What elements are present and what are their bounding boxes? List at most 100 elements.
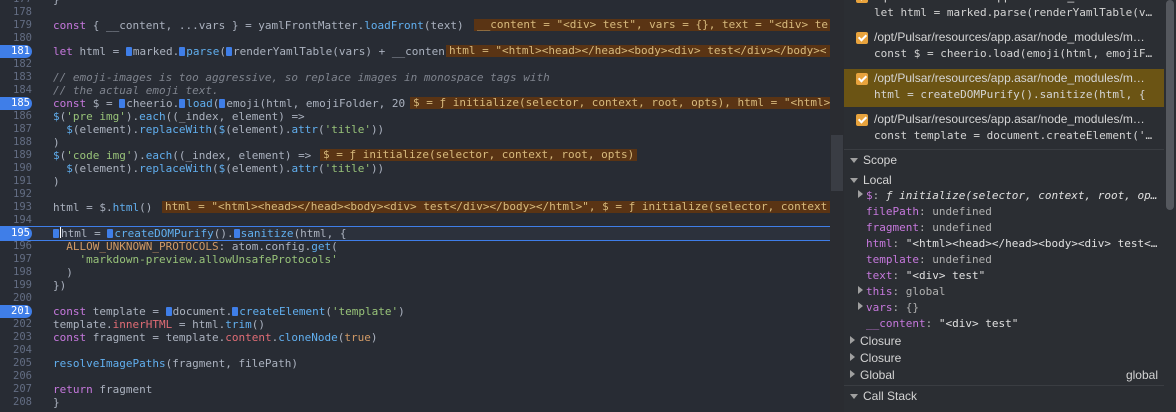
- line-number[interactable]: 179: [0, 19, 32, 32]
- inline-breakpoint-marker-icon[interactable]: [179, 47, 186, 56]
- breakpoint-enabled-checkbox[interactable]: [856, 73, 868, 85]
- breakpoint-enabled-checkbox[interactable]: [856, 114, 868, 126]
- inline-breakpoint-marker-icon[interactable]: [232, 307, 239, 316]
- code-line[interactable]: 187 $(element).replaceWith($(element).at…: [0, 123, 830, 136]
- code-line[interactable]: 193 html = $.html() html = "<html><head></…: [0, 201, 830, 214]
- breakpoint-line-number[interactable]: 195: [0, 227, 32, 240]
- scope-variable[interactable]: this: global: [844, 284, 1164, 300]
- code-line[interactable]: 189 $('code img').each((_index, element) …: [0, 149, 830, 162]
- line-number[interactable]: 198: [0, 266, 32, 279]
- code-line[interactable]: 179 const { __content, ...vars } = yamlFr…: [0, 19, 830, 32]
- line-number[interactable]: 187: [0, 123, 32, 136]
- code-line[interactable]: 202 template.innerHTML = html.trim(): [0, 318, 830, 331]
- line-number[interactable]: 199: [0, 279, 32, 292]
- closure-section-2[interactable]: Closure: [844, 350, 1164, 366]
- breakpoint-line-number[interactable]: 201: [0, 305, 32, 318]
- code-line[interactable]: 207 return fragment: [0, 383, 830, 396]
- code-line[interactable]: 208}: [0, 396, 830, 409]
- code-line[interactable]: 195 html = createDOMPurify(). sanitize(htm…: [0, 226, 830, 241]
- code-line[interactable]: 186 $('pre img').each((_index, element) =…: [0, 110, 830, 123]
- line-number[interactable]: 208: [0, 396, 32, 409]
- line-number[interactable]: 193: [0, 201, 32, 214]
- line-number[interactable]: 206: [0, 370, 32, 383]
- inline-breakpoint-marker-icon[interactable]: [119, 99, 126, 108]
- code-line[interactable]: 181 let html = marked. parse(renderYamlTab…: [0, 45, 830, 58]
- scope-variable[interactable]: __content: "<div> test": [844, 316, 1164, 332]
- inline-breakpoint-marker-icon[interactable]: [219, 99, 226, 108]
- scope-variable[interactable]: fragment: undefined: [844, 220, 1164, 236]
- breakpoint-item[interactable]: /opt/Pulsar/resources/app.asar/node_modu…: [844, 0, 1164, 25]
- line-number[interactable]: 190: [0, 162, 32, 175]
- scope-variable[interactable]: html: "<html><head></head><body><div> te…: [844, 236, 1164, 252]
- inline-breakpoint-marker-icon[interactable]: [125, 47, 132, 56]
- code-line[interactable]: 196 ALLOW_UNKNOWN_PROTOCOLS: atom.config…: [0, 240, 830, 253]
- inline-breakpoint-marker-icon[interactable]: [179, 99, 186, 108]
- line-number[interactable]: 184: [0, 84, 32, 97]
- line-number[interactable]: 197: [0, 253, 32, 266]
- line-number[interactable]: 196: [0, 240, 32, 253]
- chevron-right-icon[interactable]: [858, 302, 863, 310]
- line-number[interactable]: 188: [0, 136, 32, 149]
- breakpoint-enabled-checkbox[interactable]: [856, 32, 868, 44]
- line-number[interactable]: 191: [0, 175, 32, 188]
- breakpoint-item[interactable]: /opt/Pulsar/resources/app.asar/node_modu…: [844, 28, 1164, 66]
- panel-scrollbar-thumb[interactable]: [1166, 0, 1174, 210]
- inline-breakpoint-marker-icon[interactable]: [107, 229, 114, 238]
- line-number[interactable]: 205: [0, 357, 32, 370]
- scope-variable[interactable]: text: "<div> test": [844, 268, 1164, 284]
- line-number[interactable]: 186: [0, 110, 32, 123]
- code-line[interactable]: 200: [0, 292, 830, 305]
- scope-variable[interactable]: filePath: undefined: [844, 204, 1164, 220]
- chevron-right-icon[interactable]: [858, 190, 863, 198]
- panel-scrollbar[interactable]: [1164, 0, 1176, 412]
- code-line[interactable]: 182: [0, 58, 830, 71]
- code-line[interactable]: 204: [0, 344, 830, 357]
- breakpoint-enabled-checkbox[interactable]: [856, 0, 868, 3]
- code-line[interactable]: 194: [0, 214, 830, 227]
- line-number[interactable]: 180: [0, 32, 32, 45]
- line-number[interactable]: 203: [0, 331, 32, 344]
- code-line[interactable]: 197 'markdown-preview.allowUnsafeProtoco…: [0, 253, 830, 266]
- code-line[interactable]: 203 const fragment = template.content.clo…: [0, 331, 830, 344]
- code-line[interactable]: 185 const $ = cheerio. load(emoji(html, em…: [0, 97, 830, 110]
- inline-breakpoint-marker-icon[interactable]: [233, 229, 240, 238]
- line-number[interactable]: 200: [0, 292, 32, 305]
- scope-variable[interactable]: vars: {}: [844, 300, 1164, 316]
- call-stack-section-header[interactable]: Call Stack: [844, 385, 1164, 406]
- line-number[interactable]: 192: [0, 188, 32, 201]
- line-number[interactable]: 189: [0, 149, 32, 162]
- editor-scrollbar[interactable]: [830, 0, 844, 412]
- scope-section-header[interactable]: Scope: [844, 149, 1164, 170]
- breakpoint-item[interactable]: /opt/Pulsar/resources/app.asar/node_modu…: [844, 69, 1164, 107]
- line-number[interactable]: 207: [0, 383, 32, 396]
- line-number[interactable]: 182: [0, 58, 32, 71]
- code-line[interactable]: 201 const template = document. createEleme…: [0, 305, 830, 318]
- code-line[interactable]: 198 ): [0, 266, 830, 279]
- code-line[interactable]: 190 $(element).replaceWith($(element).at…: [0, 162, 830, 175]
- closure-label: Closure: [860, 334, 902, 348]
- closure-section-1[interactable]: Closure: [844, 333, 1164, 349]
- code-line[interactable]: 191): [0, 175, 830, 188]
- breakpoint-line-number[interactable]: 185: [0, 97, 32, 110]
- code-line[interactable]: 199}): [0, 279, 830, 292]
- scope-variable[interactable]: template: undefined: [844, 252, 1164, 268]
- line-number[interactable]: 178: [0, 6, 32, 19]
- breakpoint-item[interactable]: /opt/Pulsar/resources/app.asar/node_modu…: [844, 110, 1164, 148]
- line-number[interactable]: 202: [0, 318, 32, 331]
- inline-breakpoint-marker-icon[interactable]: [53, 229, 59, 238]
- editor-scrollbar-thumb[interactable]: [831, 135, 843, 191]
- line-number[interactable]: 204: [0, 344, 32, 357]
- chevron-right-icon[interactable]: [858, 286, 863, 294]
- global-section[interactable]: Global global: [844, 367, 1164, 383]
- breakpoint-line-number[interactable]: 181: [0, 45, 32, 58]
- code-line[interactable]: 206: [0, 370, 830, 383]
- inline-breakpoint-marker-icon[interactable]: [225, 47, 232, 56]
- code-line[interactable]: 183 // emoji-images is too aggressive, so…: [0, 71, 830, 84]
- line-number[interactable]: 183: [0, 71, 32, 84]
- scope-local-header[interactable]: Local: [844, 172, 1164, 188]
- inline-breakpoint-marker-icon[interactable]: [165, 307, 172, 316]
- code-line[interactable]: 205 resolveImagePaths(fragment, filePath): [0, 357, 830, 370]
- code-editor[interactable]: 177}178179const { __content, ...vars } =…: [0, 0, 830, 412]
- scope-variable[interactable]: $: ƒ initialize(selector, context, root,…: [844, 188, 1164, 204]
- line-number[interactable]: 194: [0, 214, 32, 227]
